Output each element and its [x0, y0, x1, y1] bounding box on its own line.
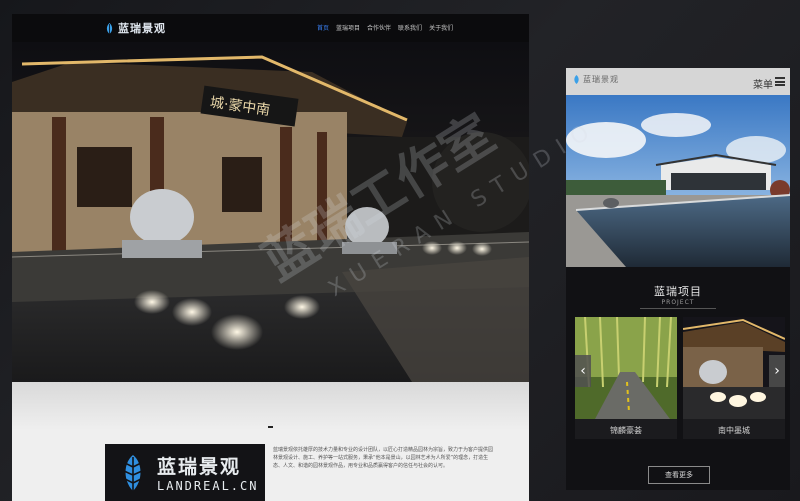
mobile-mockup: 蓝瑞景观 菜单 蓝瑞项目 PROJECT 锦麟豪荟 南中墨城 ‹ › 查看更多: [566, 68, 790, 490]
brand-logo-block: 蓝瑞景观 LANDREAL.CN: [105, 444, 265, 501]
brand-domain: LANDREAL.CN: [157, 479, 259, 493]
hamburger-menu-icon[interactable]: [775, 77, 785, 86]
leaf-logo-icon: [106, 22, 113, 34]
section-title: 蓝瑞项目: [654, 285, 702, 298]
carousel-next-arrow[interactable]: ›: [769, 355, 785, 387]
project-caption[interactable]: 锦麟豪荟: [575, 425, 677, 436]
desktop-mockup: 蓝瑞景观 首页 蓝瑞项目 合作伙伴 联系我们 关于我们 城·蒙中南 蓝瑞景观 L…: [12, 14, 529, 501]
about-description: 蓝瑞景观依托雄厚的技术力量和专业的设计团队，以匠心打造精品园林为宗旨，致力于为客…: [273, 447, 494, 469]
carousel-prev-arrow[interactable]: ‹: [575, 355, 591, 387]
carousel-dots[interactable]: [268, 426, 273, 428]
nav-item-home[interactable]: 首页: [317, 23, 329, 32]
mobile-logo-text: 蓝瑞景观: [583, 75, 619, 84]
project-caption[interactable]: 南中墨城: [683, 425, 785, 436]
wheat-logo-icon: [123, 455, 143, 491]
section-divider: [640, 308, 716, 309]
mobile-hero-image: [566, 95, 790, 267]
nav-item-partners[interactable]: 合作伙伴: [367, 23, 391, 32]
nav-item-about[interactable]: 关于我们: [429, 23, 453, 32]
mobile-navbar: 蓝瑞景观 菜单: [566, 68, 790, 95]
mobile-menu-label[interactable]: 菜单: [753, 76, 773, 91]
section-subtitle: PROJECT: [661, 299, 695, 306]
desktop-navbar: 蓝瑞景观 首页 蓝瑞项目 合作伙伴 联系我们 关于我们: [12, 14, 529, 42]
nav-item-projects[interactable]: 蓝瑞项目: [336, 23, 360, 32]
nav-item-contact[interactable]: 联系我们: [398, 23, 422, 32]
desktop-logo[interactable]: 蓝瑞景观: [104, 20, 166, 36]
desktop-logo-text: 蓝瑞景观: [118, 22, 166, 35]
view-more-button[interactable]: 查看更多: [648, 466, 710, 484]
about-section: 蓝瑞景观 LANDREAL.CN 蓝瑞景观依托雄厚的技术力量和专业的设计团队，以…: [12, 430, 529, 501]
mobile-logo[interactable]: 蓝瑞景观: [572, 74, 619, 85]
leaf-logo-icon: [574, 75, 579, 84]
desktop-nav-menu: 首页 蓝瑞项目 合作伙伴 联系我们 关于我们: [317, 23, 453, 32]
hero-banner-image: 城·蒙中南: [12, 42, 529, 382]
banner-pagination-band: [12, 382, 529, 430]
brand-name-cn: 蓝瑞景观: [157, 456, 242, 478]
